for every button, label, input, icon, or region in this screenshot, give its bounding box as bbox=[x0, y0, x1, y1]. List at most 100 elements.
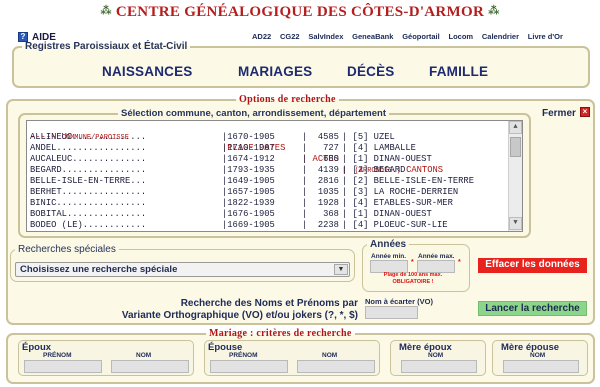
commune-name: ANDEL................. bbox=[30, 143, 147, 153]
mariage-legend: Mariage : critères de recherche bbox=[209, 328, 352, 339]
commune-dates: |1670-1905 bbox=[222, 132, 275, 142]
commune-name: BEGARD................ bbox=[30, 165, 147, 175]
commune-name: AUCALEUC.............. bbox=[30, 154, 147, 164]
commune-dates: |1793-1935 bbox=[222, 165, 275, 175]
epoux-nom-label: NOM bbox=[136, 352, 152, 359]
mere-epoux-group: Mère époux NOM bbox=[390, 340, 486, 376]
epoux-nom-input[interactable] bbox=[111, 360, 189, 373]
nav-famille[interactable]: FAMILLE bbox=[429, 64, 488, 79]
mere-epoux-title: Mère époux bbox=[399, 342, 452, 353]
commune-actes: | 1035 bbox=[302, 187, 339, 197]
commune-actes: | 680 bbox=[302, 154, 339, 164]
link-geneabank[interactable]: GeneaBank bbox=[352, 32, 393, 41]
commune-dates: |1676-1905 bbox=[222, 209, 275, 219]
link-locom[interactable]: Locom bbox=[449, 32, 474, 41]
commune-canton: | [1] DINAN-OUEST bbox=[342, 209, 432, 219]
commune-actes: | 2816 bbox=[302, 176, 339, 186]
epoux-group: Époux PRÉNOM NOM bbox=[18, 340, 194, 376]
commune-dates: |1649-1905 bbox=[222, 176, 275, 186]
plage-note-line-1: Plage de 100 ans max. bbox=[383, 272, 443, 278]
epouse-prenom-label: PRÉNOM bbox=[229, 352, 258, 359]
commune-name: BELLE-ISLE-EN-TERRE... bbox=[30, 176, 147, 186]
commune-dates: |1822-1939 bbox=[222, 198, 275, 208]
commune-canton: | [5] UZEL bbox=[342, 132, 395, 142]
listbox-header: ----- COMMUNE/PAROISSE |PLAGE DATES | AC… bbox=[27, 121, 507, 175]
epouse-nom-input[interactable] bbox=[297, 360, 375, 373]
registres-legend: Registres Paroissiaux et État-Civil bbox=[25, 41, 188, 52]
mere-epouse-nom-input[interactable] bbox=[503, 360, 579, 373]
mere-epoux-nom-input[interactable] bbox=[401, 360, 477, 373]
list-item[interactable]: BODEO (LE)............ |1669-1905 | 2238 | … bbox=[27, 220, 507, 231]
commune-canton: | [3] LA ROCHE-DERRIEN bbox=[342, 187, 459, 197]
list-item[interactable]: ANDEL................. |1710-1907 | 727 | [… bbox=[27, 143, 507, 154]
listbox-scrollbar[interactable]: ▲ ▼ bbox=[508, 121, 522, 231]
commune-name: ALLINEUC.............. bbox=[30, 132, 147, 142]
commune-canton: | [2] BELLE-ISLE-EN-TERRE bbox=[342, 176, 474, 186]
commune-actes: | 1928 bbox=[302, 198, 339, 208]
required-star-icon: * bbox=[411, 259, 414, 266]
plage-note-line-2: OBLIGATOIRE ! bbox=[392, 278, 434, 285]
commune-dates: |1669-1905 bbox=[222, 220, 275, 230]
plage-note: Plage de 100 ans max. OBLIGATOIRE ! bbox=[372, 272, 454, 285]
list-item[interactable]: BERHET................ |1657-1905 | 1035 | … bbox=[27, 187, 507, 198]
commune-actes: | 4585 bbox=[302, 132, 339, 142]
commune-name: BINIC................. bbox=[30, 198, 147, 208]
registres-panel: Registres Paroissiaux et État-Civil NAIS… bbox=[12, 41, 590, 88]
link-ad22[interactable]: AD22 bbox=[252, 32, 271, 41]
list-item[interactable]: BINIC................. |1822-1939 | 1928 | … bbox=[27, 198, 507, 209]
commune-dates: |1674-1912 bbox=[222, 154, 275, 164]
page-title: ⁂ CENTRE GÉNÉALOGIQUE DES CÔTES-D'ARMOR ⁂ bbox=[0, 4, 600, 22]
close-options-link[interactable]: Fermer bbox=[542, 108, 576, 119]
commune-canton: | [4] ETABLES-SUR-MER bbox=[342, 198, 453, 208]
list-item[interactable]: AUCALEUC.............. |1674-1912 | 680 | [… bbox=[27, 154, 507, 165]
commune-canton: | [2] BEGARD bbox=[342, 165, 406, 175]
list-item[interactable]: ALLINEUC.............. |1670-1905 | 4585 | … bbox=[27, 132, 507, 143]
noms-label-line-1: Recherche des Noms et Prénoms par bbox=[180, 298, 358, 309]
commune-canton: | [4] LAMBALLE bbox=[342, 143, 416, 153]
clear-button[interactable]: Effacer les données bbox=[478, 258, 587, 273]
epouse-prenom-input[interactable] bbox=[210, 360, 288, 373]
recherches-select-value: Choisissez une recherche spéciale bbox=[20, 264, 178, 275]
list-item[interactable]: BOBITAL............... |1676-1905 | 368 | [… bbox=[27, 209, 507, 220]
link-salvindex[interactable]: SalvIndex bbox=[308, 32, 343, 41]
chevron-down-icon[interactable]: ▼ bbox=[334, 264, 348, 275]
link-calendrier[interactable]: Calendrier bbox=[482, 32, 519, 41]
mere-epouse-group: Mère épouse NOM bbox=[492, 340, 588, 376]
noms-label-line-2: Variante Orthographique (VO) et/ou joker… bbox=[121, 310, 358, 321]
commune-name: BODEO (LE)............ bbox=[30, 220, 147, 230]
commune-listbox[interactable]: ----- COMMUNE/PAROISSE |PLAGE DATES | AC… bbox=[26, 120, 523, 232]
commune-actes: | 2238 bbox=[302, 220, 339, 230]
options-legend: Options de recherche bbox=[239, 94, 336, 105]
mere-epoux-nom-label: NOM bbox=[428, 352, 444, 359]
annees-legend: Années bbox=[370, 239, 407, 250]
link-geoportail[interactable]: Géoportail bbox=[402, 32, 440, 41]
scroll-thumb[interactable] bbox=[510, 137, 521, 157]
commune-dates: |1657-1905 bbox=[222, 187, 275, 197]
required-star-icon: * bbox=[458, 259, 461, 266]
ermine-icon: ⁂ bbox=[488, 5, 500, 17]
link-livre-dor[interactable]: Livre d'Or bbox=[528, 32, 563, 41]
link-cg22[interactable]: CG22 bbox=[280, 32, 300, 41]
ermine-icon: ⁂ bbox=[100, 5, 112, 17]
list-item[interactable]: BEGARD................ |1793-1935 | 4139 | … bbox=[27, 165, 507, 176]
epoux-prenom-input[interactable] bbox=[24, 360, 102, 373]
scroll-down-icon[interactable]: ▼ bbox=[509, 217, 522, 230]
commune-dates: |1710-1907 bbox=[222, 143, 275, 153]
nav-deces[interactable]: DÉCÈS bbox=[347, 64, 395, 79]
page-title-text: CENTRE GÉNÉALOGIQUE DES CÔTES-D'ARMOR bbox=[115, 4, 485, 20]
selection-legend: Sélection commune, canton, arrondissemen… bbox=[121, 108, 387, 119]
ecarter-input[interactable] bbox=[365, 306, 418, 319]
nav-mariages[interactable]: MARIAGES bbox=[238, 64, 312, 79]
search-button[interactable]: Lancer la recherche bbox=[478, 301, 587, 316]
commune-canton: | [4] PLOEUC-SUR-LIE bbox=[342, 220, 448, 230]
close-x-icon[interactable]: × bbox=[580, 107, 590, 117]
commune-name: BOBITAL............... bbox=[30, 209, 147, 219]
recherches-select[interactable]: Choisissez une recherche spéciale ▼ bbox=[15, 262, 350, 277]
annee-max-label: Année max. bbox=[418, 253, 455, 260]
scroll-up-icon[interactable]: ▲ bbox=[509, 121, 522, 134]
commune-actes: | 4139 bbox=[302, 165, 339, 175]
list-item[interactable]: BELLE-ISLE-EN-TERRE... |1649-1905 | 2816 | … bbox=[27, 176, 507, 187]
nav-naissances[interactable]: NAISSANCES bbox=[102, 64, 193, 79]
ecarter-label: Nom à écarter (VO) bbox=[365, 297, 433, 306]
mere-epouse-nom-label: NOM bbox=[530, 352, 546, 359]
